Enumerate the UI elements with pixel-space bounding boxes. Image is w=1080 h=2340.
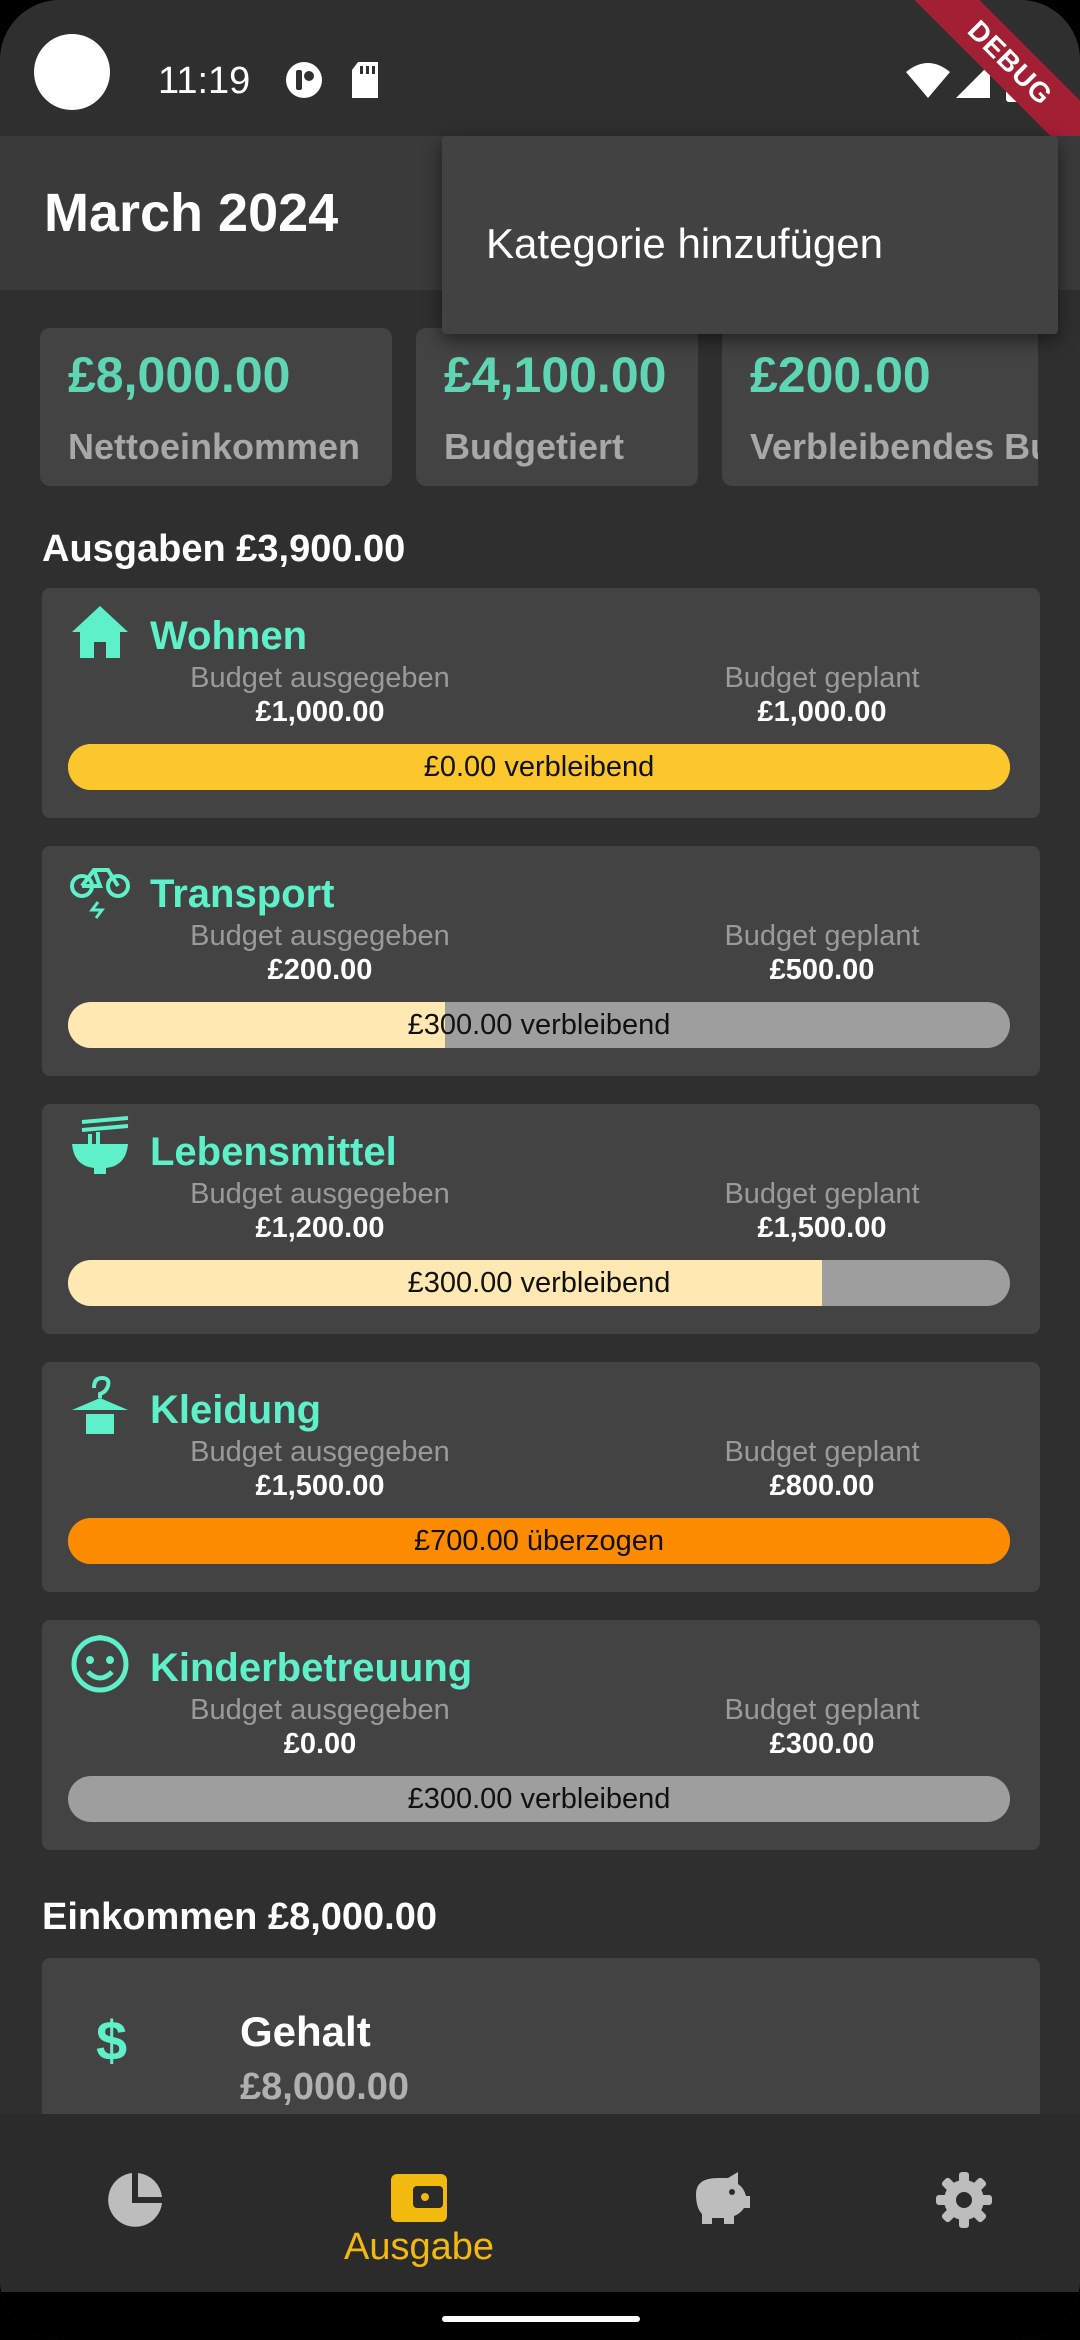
child-face-icon [71, 1635, 129, 1693]
planned-value: £1,000.00 [757, 696, 887, 728]
wallet-icon [391, 2174, 447, 2222]
planned-label: Budget geplant [724, 1436, 920, 1468]
budget-status: £300.00 verbleibend [407, 1267, 671, 1299]
sd-card-icon [352, 62, 378, 98]
planned-value: £300.00 [769, 1728, 875, 1760]
category-card-housing[interactable]: Wohnen Budget ausgegeben £1,000.00 Budge… [42, 588, 1040, 818]
nav-item-settings[interactable] [854, 2114, 1080, 2292]
settings-icon [936, 2172, 992, 2228]
category-name: Transport [150, 872, 335, 916]
wifi-icon [906, 63, 950, 98]
home-icon [72, 606, 128, 658]
budget-status: £300.00 verbleibend [407, 1783, 671, 1815]
spent-label: Budget ausgegeben [190, 1436, 450, 1468]
planned-label: Budget geplant [724, 1694, 920, 1726]
pie-chart-icon [108, 2173, 162, 2227]
noodle-bowl-icon [72, 1116, 129, 1174]
category-name: Wohnen [150, 614, 308, 658]
spent-value: £200.00 [267, 954, 373, 986]
nav-item-savings[interactable] [584, 2114, 854, 2292]
page-title: March 2024 [44, 183, 339, 243]
nav-label-expenses: Ausgabe [343, 2226, 494, 2268]
budget-progress-bar: £300.00 verbleibend [68, 1260, 1010, 1306]
category-name: Kleidung [150, 1388, 322, 1432]
budget-progress-bar: £700.00 überzogen [68, 1518, 1010, 1564]
bike-icon [70, 868, 130, 919]
summary-card-remaining: £200.00 Verbleibendes Bu [722, 328, 1038, 486]
spent-label: Budget ausgegeben [190, 1694, 450, 1726]
planned-value: £800.00 [769, 1470, 875, 1502]
planned-value: £1,500.00 [757, 1212, 887, 1244]
spent-value: £0.00 [283, 1728, 357, 1760]
app-notification-icon [286, 62, 322, 98]
planned-label: Budget geplant [724, 662, 920, 694]
bottom-navigation: Ausgabe [0, 2114, 1080, 2292]
budget-status: £300.00 verbleibend [407, 1009, 671, 1041]
summary-label: Nettoeinkommen [68, 426, 361, 467]
camera-cutout [34, 34, 110, 110]
summary-amount: £200.00 [750, 347, 931, 403]
summary-label: Budgetiert [444, 426, 624, 467]
planned-value: £500.00 [769, 954, 875, 986]
expenses-header: Ausgaben £3,900.00 [42, 528, 406, 570]
category-card-transport[interactable]: Transport Budget ausgegeben £200.00 Budg… [42, 846, 1040, 1076]
summary-label: Verbleibendes Bu [750, 426, 1038, 467]
budget-progress-bar: £0.00 verbleibend [68, 744, 1010, 790]
summary-card-net-income: £8,000.00 Nettoeinkommen [40, 328, 392, 486]
category-card-groceries[interactable]: Lebensmittel Budget ausgegeben £1,200.00… [42, 1104, 1040, 1334]
category-card-clothing[interactable]: Kleidung Budget ausgegeben £1,500.00 Bud… [42, 1362, 1040, 1592]
planned-label: Budget geplant [724, 1178, 920, 1210]
category-name: Kinderbetreuung [150, 1646, 473, 1690]
menu-item-add-category[interactable]: Kategorie hinzufügen [486, 220, 883, 268]
budget-progress-bar: £300.00 verbleibend [68, 1776, 1010, 1822]
home-indicator[interactable] [442, 2316, 640, 2322]
budget-status: £0.00 verbleibend [423, 751, 655, 783]
budget-progress-bar: £300.00 verbleibend [68, 1002, 1010, 1048]
budget-status: £700.00 überzogen [414, 1525, 664, 1557]
dollar-icon: $ [96, 2009, 128, 2072]
nav-item-overview[interactable] [0, 2114, 270, 2292]
category-card-childcare[interactable]: Kinderbetreuung Budget ausgegeben £0.00 … [42, 1620, 1040, 1850]
summary-card-budgeted: £4,100.00 Budgetiert [416, 328, 698, 486]
piggy-bank-icon [696, 2172, 750, 2224]
spent-label: Budget ausgegeben [190, 1178, 450, 1210]
phone-screen: 11:19 DEBUG March 2024 Kategorie hinzufü… [0, 0, 1080, 2340]
income-header: Einkommen £8,000.00 [42, 1896, 437, 1938]
spent-value: £1,000.00 [255, 696, 385, 728]
summary-amount: £8,000.00 [68, 347, 291, 403]
status-time: 11:19 [158, 60, 251, 102]
spent-label: Budget ausgegeben [190, 920, 450, 952]
spent-label: Budget ausgegeben [190, 662, 450, 694]
category-name: Lebensmittel [150, 1130, 397, 1174]
nav-item-expenses[interactable]: Ausgabe [284, 2114, 554, 2292]
spent-value: £1,200.00 [255, 1212, 385, 1244]
income-amount: £8,000.00 [240, 2066, 410, 2108]
status-bar: 11:19 DEBUG [0, 0, 1080, 172]
income-name: Gehalt [240, 2008, 371, 2055]
planned-label: Budget geplant [724, 920, 920, 952]
summary-amount: £4,100.00 [444, 347, 667, 403]
dry-cleaning-icon [72, 1375, 128, 1434]
overflow-menu: Kategorie hinzufügen [442, 136, 1058, 334]
spent-value: £1,500.00 [255, 1470, 385, 1502]
